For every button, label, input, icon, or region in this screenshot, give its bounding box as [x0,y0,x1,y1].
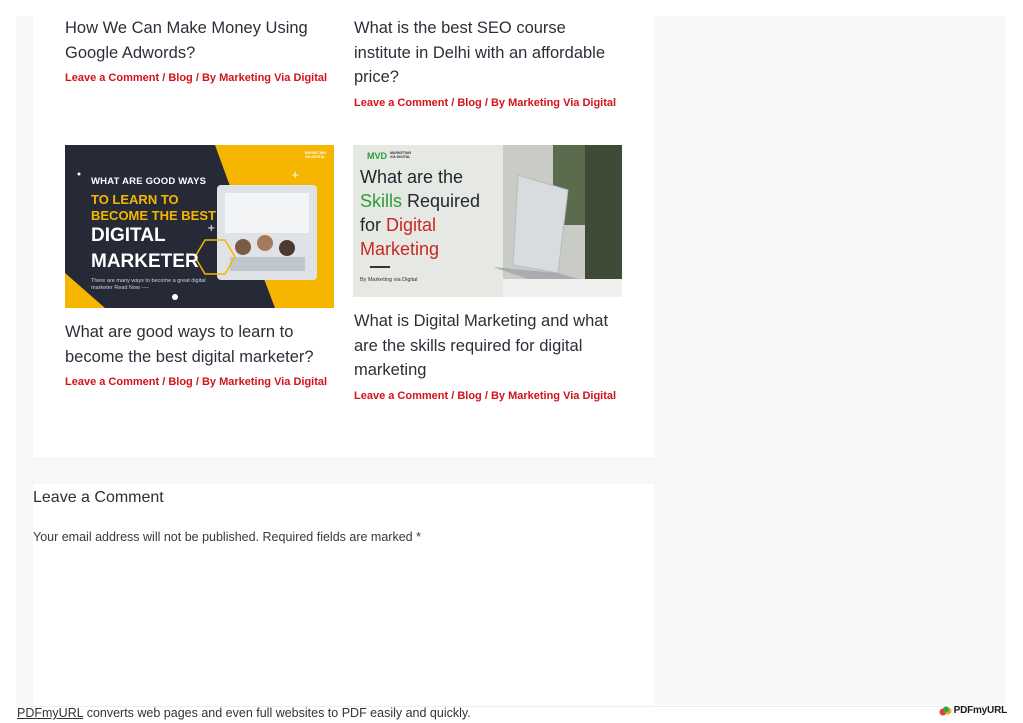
post-card: What are good ways to learn to become th… [65,320,335,388]
brand-logo: MVD MARKETING VIA DIGITAL [281,151,326,161]
author-link[interactable]: By Marketing Via Digital [491,97,616,109]
post-meta: Leave a Comment / Blog / By Marketing Vi… [354,389,617,402]
category-link[interactable]: Blog [457,390,481,402]
category-link[interactable]: Blog [168,376,192,388]
post-meta: Leave a Comment / Blog / By Marketing Vi… [65,376,328,388]
pdfmyurl-logo[interactable]: PDFmyURL [938,705,1007,716]
post-title[interactable]: What is the best SEO course institute in… [354,16,624,90]
thumbnail-text: What are the Skills Required for Digital… [360,167,481,259]
comment-notice: Your email address will not be published… [33,530,421,544]
thumbnail-text: WHAT ARE GOOD WAYS TO LEARN TO BECOME TH… [91,176,216,292]
post-title[interactable]: What is Digital Marketing and what are t… [354,309,624,383]
category-link[interactable]: Blog [457,97,481,109]
post-card: What is Digital Marketing and what are t… [354,309,624,402]
divider [370,266,390,268]
category-link[interactable]: Blog [168,72,192,84]
svg-text:+: + [291,170,299,181]
comment-section-title: Leave a Comment [33,489,164,506]
author-link[interactable]: By Marketing Via Digital [202,376,327,388]
footer-text: PDFmyURL converts web pages and even ful… [17,706,471,720]
post-title[interactable]: What are good ways to learn to become th… [65,320,335,369]
post-meta: Leave a Comment / Blog / By Marketing Vi… [354,96,617,109]
post-thumbnail[interactable]: + + MVD MARKETING VIA DIGITAL WHAT ARE GO… [65,145,334,308]
comment-link[interactable]: Leave a Comment [65,72,159,84]
post-card: How We Can Make Money Using Google Adwor… [65,16,335,84]
pdfmyurl-logo-icon [939,706,952,716]
comment-link[interactable]: Leave a Comment [354,390,448,402]
comment-link[interactable]: Leave a Comment [65,376,159,388]
post-thumbnail[interactable]: MVD MARKETING VIA DIGITAL What are the Sk… [353,145,622,297]
comment-card [33,484,654,705]
post-card: What is the best SEO course institute in… [354,16,624,109]
post-meta: Leave a Comment / Blog / By Marketing Vi… [65,72,328,84]
thumbnail-byline: By Marketing via Digital [360,277,418,283]
post-title[interactable]: How We Can Make Money Using Google Adwor… [65,16,335,65]
comment-link[interactable]: Leave a Comment [354,97,448,109]
author-link[interactable]: By Marketing Via Digital [491,390,616,402]
brand-logo: MVD MARKETING VIA DIGITAL [367,151,412,161]
author-link[interactable]: By Marketing Via Digital [202,72,327,84]
pdfmyurl-link[interactable]: PDFmyURL [17,706,83,720]
